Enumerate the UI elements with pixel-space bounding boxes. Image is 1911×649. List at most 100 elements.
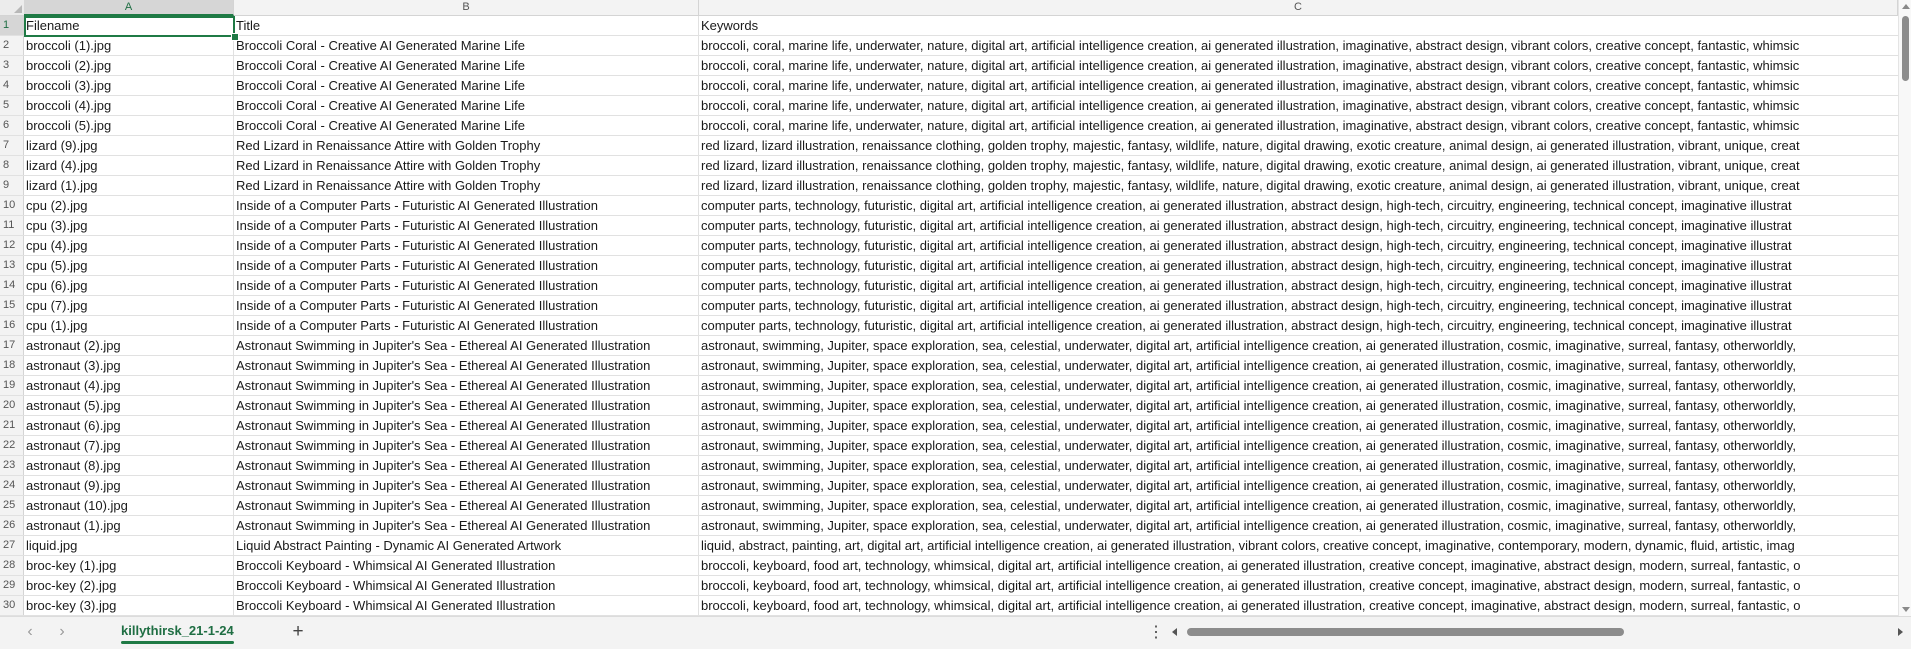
cell-keywords[interactable]: Keywords [699,16,1898,35]
cell-filename[interactable]: broccoli (1).jpg [24,36,234,55]
cell-keywords[interactable]: astronaut, swimming, Jupiter, space expl… [699,436,1898,455]
cell-title[interactable]: Inside of a Computer Parts - Futuristic … [234,276,699,295]
cell-title[interactable]: Broccoli Keyboard - Whimsical AI Generat… [234,596,699,615]
cell-filename[interactable]: cpu (4).jpg [24,236,234,255]
row-number[interactable]: 4 [0,76,24,95]
cell-keywords[interactable]: broccoli, coral, marine life, underwater… [699,76,1898,95]
sheet-tab-active[interactable]: killythirsk_21-1-24 [113,619,242,645]
cell-keywords[interactable]: broccoli, coral, marine life, underwater… [699,56,1898,75]
vertical-dots-icon[interactable]: ⋮ [1148,621,1164,645]
row-number[interactable]: 12 [0,236,24,255]
cell-keywords[interactable]: astronaut, swimming, Jupiter, space expl… [699,416,1898,435]
row-number[interactable]: 30 [0,596,24,615]
plus-icon[interactable]: + [287,620,309,644]
row-number[interactable]: 19 [0,376,24,395]
row-number[interactable]: 26 [0,516,24,535]
cell-filename[interactable]: lizard (9).jpg [24,136,234,155]
cell-title[interactable]: Astronaut Swimming in Jupiter's Sea - Et… [234,516,699,535]
cell-filename[interactable]: astronaut (6).jpg [24,416,234,435]
cell-title[interactable]: Astronaut Swimming in Jupiter's Sea - Et… [234,336,699,355]
row-number[interactable]: 7 [0,136,24,155]
cell-keywords[interactable]: computer parts, technology, futuristic, … [699,236,1898,255]
row-number[interactable]: 25 [0,496,24,515]
cell-filename[interactable]: broccoli (5).jpg [24,116,234,135]
cell-filename[interactable]: broccoli (2).jpg [24,56,234,75]
cell-title[interactable]: Astronaut Swimming in Jupiter's Sea - Et… [234,356,699,375]
cell-keywords[interactable]: broccoli, keyboard, food art, technology… [699,596,1898,615]
cell-filename[interactable]: astronaut (3).jpg [24,356,234,375]
cell-filename[interactable]: cpu (5).jpg [24,256,234,275]
cell-title[interactable]: Inside of a Computer Parts - Futuristic … [234,236,699,255]
cell-keywords[interactable]: astronaut, swimming, Jupiter, space expl… [699,456,1898,475]
cell-filename[interactable]: cpu (1).jpg [24,316,234,335]
row-number[interactable]: 28 [0,556,24,575]
horizontal-scroll-thumb[interactable] [1187,628,1624,636]
row-number[interactable]: 27 [0,536,24,555]
cell-filename[interactable]: astronaut (2).jpg [24,336,234,355]
cell-filename[interactable]: cpu (6).jpg [24,276,234,295]
cell-keywords[interactable]: astronaut, swimming, Jupiter, space expl… [699,396,1898,415]
cell-filename[interactable]: astronaut (4).jpg [24,376,234,395]
row-number[interactable]: 11 [0,216,24,235]
column-header-b[interactable]: B [234,0,699,15]
row-number[interactable]: 14 [0,276,24,295]
cell-filename[interactable]: cpu (3).jpg [24,216,234,235]
cell-keywords[interactable]: red lizard, lizard illustration, renaiss… [699,136,1898,155]
cell-filename[interactable]: broccoli (3).jpg [24,76,234,95]
cell-keywords[interactable]: computer parts, technology, futuristic, … [699,216,1898,235]
chevron-left-icon[interactable]: ‹ [20,623,40,641]
cell-title[interactable]: Red Lizard in Renaissance Attire with Go… [234,136,699,155]
row-number[interactable]: 23 [0,456,24,475]
vertical-scroll-thumb[interactable] [1902,16,1909,81]
scroll-up-icon[interactable] [1902,4,1910,9]
row-number[interactable]: 20 [0,396,24,415]
cell-title[interactable]: Astronaut Swimming in Jupiter's Sea - Et… [234,436,699,455]
horizontal-scrollbar[interactable] [1170,625,1905,639]
cell-title[interactable]: Astronaut Swimming in Jupiter's Sea - Et… [234,476,699,495]
cell-keywords[interactable]: astronaut, swimming, Jupiter, space expl… [699,376,1898,395]
cell-keywords[interactable]: broccoli, coral, marine life, underwater… [699,96,1898,115]
cell-filename[interactable]: astronaut (8).jpg [24,456,234,475]
cell-title[interactable]: Inside of a Computer Parts - Futuristic … [234,216,699,235]
cell-filename[interactable]: Filename [24,16,234,35]
cell-keywords[interactable]: broccoli, coral, marine life, underwater… [699,116,1898,135]
cell-filename[interactable]: astronaut (5).jpg [24,396,234,415]
cell-keywords[interactable]: red lizard, lizard illustration, renaiss… [699,176,1898,195]
row-number[interactable]: 21 [0,416,24,435]
cell-keywords[interactable]: computer parts, technology, futuristic, … [699,276,1898,295]
cell-keywords[interactable]: red lizard, lizard illustration, renaiss… [699,156,1898,175]
cell-keywords[interactable]: astronaut, swimming, Jupiter, space expl… [699,336,1898,355]
spreadsheet-grid[interactable]: A B C 1 Filename Title Keywords 2 broccoli (1… [0,0,1898,616]
cell-title[interactable]: Inside of a Computer Parts - Futuristic … [234,316,699,335]
cell-filename[interactable]: astronaut (7).jpg [24,436,234,455]
cell-title[interactable]: Inside of a Computer Parts - Futuristic … [234,196,699,215]
cell-title[interactable]: Red Lizard in Renaissance Attire with Go… [234,156,699,175]
cell-keywords[interactable]: computer parts, technology, futuristic, … [699,196,1898,215]
fill-handle[interactable] [231,33,239,41]
row-number[interactable]: 17 [0,336,24,355]
cell-keywords[interactable]: computer parts, technology, futuristic, … [699,296,1898,315]
cell-title[interactable]: Broccoli Coral - Creative AI Generated M… [234,36,699,55]
row-number[interactable]: 16 [0,316,24,335]
cell-title[interactable]: Broccoli Keyboard - Whimsical AI Generat… [234,556,699,575]
cell-keywords[interactable]: broccoli, keyboard, food art, technology… [699,576,1898,595]
cell-title[interactable]: Astronaut Swimming in Jupiter's Sea - Et… [234,416,699,435]
vertical-scrollbar[interactable] [1898,0,1911,616]
row-number[interactable]: 1 [0,16,24,35]
cell-title[interactable]: Astronaut Swimming in Jupiter's Sea - Et… [234,496,699,515]
cell-keywords[interactable]: broccoli, coral, marine life, underwater… [699,36,1898,55]
cell-title[interactable]: Broccoli Coral - Creative AI Generated M… [234,116,699,135]
scroll-down-icon[interactable] [1902,607,1910,612]
select-all-corner[interactable] [0,0,25,15]
cell-keywords[interactable]: broccoli, keyboard, food art, technology… [699,556,1898,575]
column-header-c[interactable]: C [699,0,1898,15]
cell-title[interactable]: Astronaut Swimming in Jupiter's Sea - Et… [234,376,699,395]
cell-title[interactable]: Liquid Abstract Painting - Dynamic AI Ge… [234,536,699,555]
cell-filename[interactable]: broc-key (3).jpg [24,596,234,615]
row-number[interactable]: 2 [0,36,24,55]
cell-keywords[interactable]: computer parts, technology, futuristic, … [699,256,1898,275]
row-number[interactable]: 24 [0,476,24,495]
row-number[interactable]: 5 [0,96,24,115]
scroll-right-icon[interactable] [1898,628,1903,636]
cell-filename[interactable]: liquid.jpg [24,536,234,555]
